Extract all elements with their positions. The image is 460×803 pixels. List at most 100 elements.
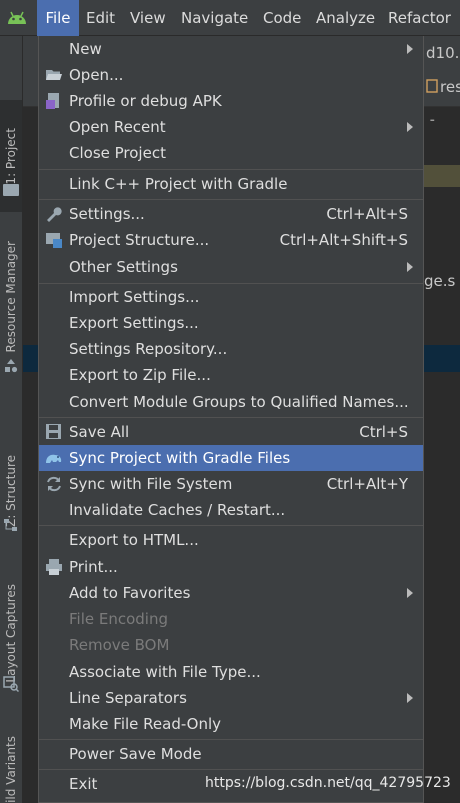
highlighted-line (424, 165, 460, 187)
menu-item-settings-repository[interactable]: Settings Repository... (39, 336, 423, 362)
menu-item-label: Invalidate Caches / Restart... (69, 501, 286, 519)
menu-item-label: Save All (69, 423, 130, 441)
menu-item-label: Settings... (69, 205, 145, 223)
menu-item-label: Import Settings... (69, 288, 200, 306)
menu-refactor[interactable]: Refactor (388, 0, 451, 36)
submenu-arrow-icon (407, 693, 413, 703)
menu-item-label: Open... (69, 66, 124, 84)
menu-item-shortcut: Ctrl+Alt+Shift+S (279, 231, 408, 249)
menu-item-label: Power Save Mode (69, 745, 202, 763)
menu-item-export-settings[interactable]: Export Settings... (39, 310, 423, 336)
menu-item-label: Settings Repository... (69, 340, 228, 358)
folder-open-icon (46, 70, 62, 80)
menu-separator (39, 739, 423, 740)
menu-code[interactable]: Code (263, 0, 301, 36)
menu-item-label: Make File Read-Only (69, 715, 222, 733)
menu-item-label: Export Settings... (69, 314, 199, 332)
menu-item-sync-gradle[interactable]: Sync Project with Gradle Files (39, 445, 423, 471)
menu-separator (39, 769, 423, 770)
menu-item-sync-filesystem[interactable]: Sync with File System Ctrl+Alt+Y (39, 471, 423, 497)
menu-item-profile-apk[interactable]: Profile or debug APK (39, 88, 423, 114)
menu-item-add-favorites[interactable]: Add to Favorites (39, 580, 423, 606)
menu-separator (39, 417, 423, 418)
menu-item-label: File Encoding (69, 610, 168, 628)
menu-item-label: Link C++ Project with Gradle (69, 175, 288, 193)
menu-item-new[interactable]: New (39, 36, 423, 62)
sync-icon (47, 476, 61, 492)
menu-separator (39, 199, 423, 200)
file-icon (426, 79, 438, 93)
save-icon (46, 424, 61, 439)
menu-item-make-read-only[interactable]: Make File Read-Only (39, 711, 423, 737)
menu-item-label: New (69, 40, 102, 58)
menu-separator (39, 525, 423, 526)
menu-item-save-all[interactable]: Save All Ctrl+S (39, 419, 423, 445)
menu-item-label: Sync Project with Gradle Files (69, 449, 291, 467)
wrench-icon (47, 207, 62, 222)
menu-item-other-settings[interactable]: Other Settings (39, 254, 423, 280)
menu-item-export-zip[interactable]: Export to Zip File... (39, 362, 423, 388)
tab-resource-manager[interactable]: Resource Manager (0, 232, 22, 362)
structure-icon (4, 519, 17, 531)
printer-icon (46, 559, 62, 575)
layout-captures-icon (3, 676, 19, 692)
submenu-arrow-icon (407, 122, 413, 132)
submenu-arrow-icon (407, 44, 413, 54)
menu-item-settings[interactable]: Settings... Ctrl+Alt+S (39, 201, 423, 227)
menu-analyze[interactable]: Analyze (316, 0, 375, 36)
submenu-arrow-icon (407, 262, 413, 272)
menu-item-power-save[interactable]: Power Save Mode (39, 741, 423, 767)
menu-item-shortcut: Ctrl+S (359, 423, 408, 441)
menu-item-print[interactable]: Print... (39, 554, 423, 580)
menu-item-label: Convert Module Groups to Qualified Names… (69, 393, 409, 411)
menu-item-label: Project Structure... (69, 231, 210, 249)
menu-item-convert-module-groups[interactable]: Convert Module Groups to Qualified Names… (39, 389, 423, 415)
watermark-text: https://blog.csdn.net/qq_42795723 (205, 775, 451, 791)
menu-item-label: Associate with File Type... (69, 663, 261, 681)
menu-item-label: Profile or debug APK (69, 92, 222, 110)
menu-separator (39, 169, 423, 170)
menu-item-line-separators[interactable]: Line Separators (39, 685, 423, 711)
apk-icon (46, 93, 59, 109)
menu-item-label: Print... (69, 558, 118, 576)
project-structure-icon (46, 233, 62, 248)
menu-view[interactable]: View (130, 0, 166, 36)
menu-item-label: Open Recent (69, 118, 166, 136)
menu-item-link-cpp[interactable]: Link C++ Project with Gradle (39, 171, 423, 197)
menu-file[interactable]: File (37, 0, 79, 36)
menu-item-label: Close Project (69, 144, 166, 162)
menu-item-project-structure[interactable]: Project Structure... Ctrl+Alt+Shift+S (39, 227, 423, 253)
svg-text:⁃: ⁃ (429, 114, 436, 128)
menu-item-file-encoding: File Encoding (39, 606, 423, 632)
menu-item-import-settings[interactable]: Import Settings... (39, 284, 423, 310)
menu-item-label: Add to Favorites (69, 584, 191, 602)
left-tool-strip: 1: Project Resource Manager Z: Structure… (0, 36, 23, 803)
menu-item-export-html[interactable]: Export to HTML... (39, 527, 423, 553)
menu-item-label: Export to HTML... (69, 531, 199, 549)
menu-item-associate-file-type[interactable]: Associate with File Type... (39, 659, 423, 685)
resource-manager-icon (5, 359, 18, 373)
menu-item-label: Line Separators (69, 689, 187, 707)
menu-item-close-project[interactable]: Close Project (39, 140, 423, 166)
menu-item-invalidate-caches[interactable]: Invalidate Caches / Restart... (39, 497, 423, 523)
menu-edit[interactable]: Edit (86, 0, 115, 36)
menu-item-remove-bom: Remove BOM (39, 632, 423, 658)
menu-item-shortcut: Ctrl+Alt+Y (326, 475, 408, 493)
menu-bar: File Edit View Navigate Code Analyze Ref… (0, 0, 460, 36)
menu-item-shortcut: Ctrl+Alt+S (326, 205, 408, 223)
menu-navigate[interactable]: Navigate (181, 0, 248, 36)
submenu-arrow-icon (407, 588, 413, 598)
editor-tab-title[interactable]: d10. (426, 44, 459, 62)
menu-item-label: Export to Zip File... (69, 366, 211, 384)
gear-icon[interactable]: ⁃ (427, 112, 460, 129)
menu-item-open[interactable]: Open... (39, 62, 423, 88)
file-menu-dropdown: New Open... Profile or debug APK Open Re… (38, 36, 424, 803)
tab-build-variants[interactable]: ild Variants (0, 736, 22, 803)
res-folder-label[interactable]: res (440, 78, 460, 96)
menu-item-open-recent[interactable]: Open Recent (39, 114, 423, 140)
gradle-elephant-icon (46, 454, 62, 463)
menu-item-label: Remove BOM (69, 636, 170, 654)
file-name-fragment: ge.s (424, 272, 456, 290)
menu-item-label: Other Settings (69, 258, 178, 276)
android-logo-icon (8, 11, 26, 24)
